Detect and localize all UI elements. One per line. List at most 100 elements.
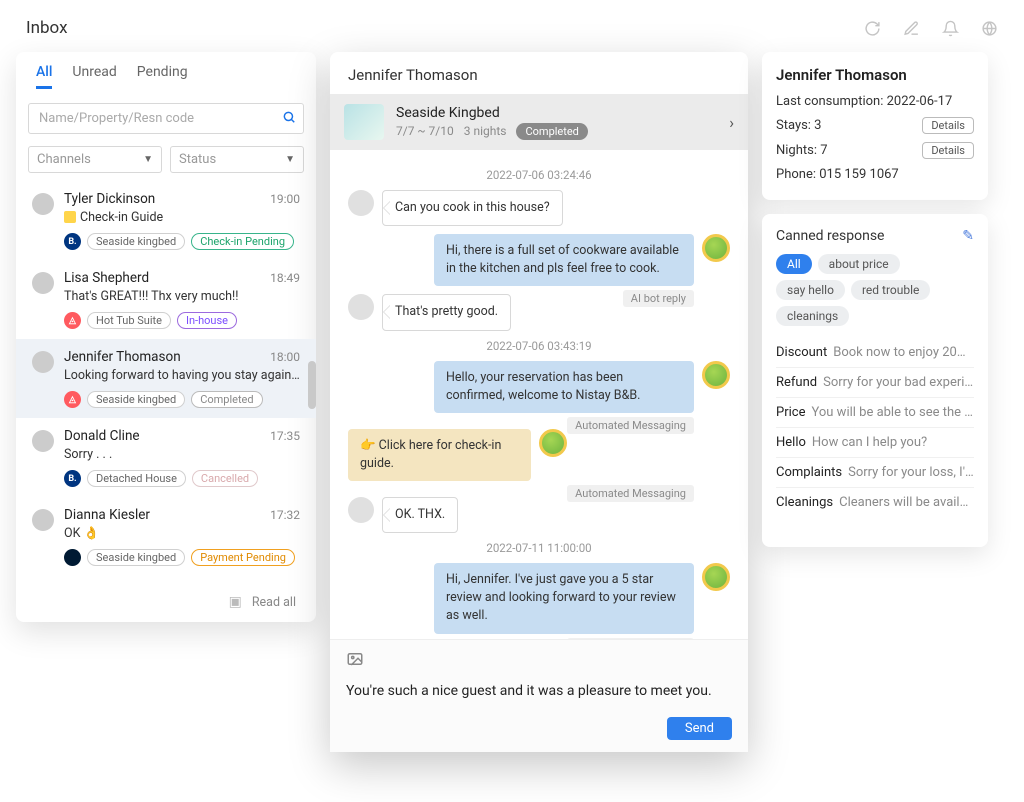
conversation-item[interactable]: Lisa Shepherd18:49 That's GREAT!!! Thx v… [16,260,316,339]
globe-icon[interactable] [981,20,998,37]
host-message: Hello, your reservation has been confirm… [348,361,730,413]
message-source-badge: AI bot reply [623,290,694,307]
canned-title: Canned response [776,228,884,244]
canned-value: Sorry for your bad experien... [823,375,974,390]
status-chip: Seaside kingbed [87,549,185,566]
canned-key: Complaints [776,465,842,480]
timestamp: 2022-07-11 11:00:00 [348,541,730,555]
compose-icon[interactable] [903,20,920,37]
canned-filter-chip[interactable]: say hello [776,280,845,300]
reservation-status: Completed [516,123,587,140]
tab-pending[interactable]: Pending [137,64,188,89]
canned-value: Cleaners will be availabl... [839,495,974,510]
message-time: 17:32 [270,508,300,522]
canned-filter-chip[interactable]: about price [818,254,900,274]
timestamp: 2022-07-06 03:24:46 [348,168,730,182]
avatar [32,430,54,452]
canned-item[interactable]: Refund Sorry for your bad experien... [776,367,974,397]
profile-line: Stays: 3Details [776,113,974,138]
message-bubble: OK. THX. [382,497,458,533]
stay-nights: 3 nights [464,124,507,138]
tab-all[interactable]: All [36,64,52,89]
conversation-item[interactable]: Donald Cline17:35 Sorry . . . B. Detache… [16,418,316,497]
channel-icon: ◬ [64,312,81,329]
compose-text[interactable]: You're such a nice guest and it was a pl… [346,679,732,717]
profile-name: Jennifer Thomason [776,66,974,84]
details-button[interactable]: Details [922,117,974,134]
search-icon[interactable] [282,110,296,128]
property-name: Seaside Kingbed [396,105,717,121]
canned-filter-chip[interactable]: cleanings [776,306,849,326]
refresh-icon[interactable] [864,20,881,37]
profile-line: Phone: 015 159 1067 [776,163,974,186]
guest-name: Lisa Shepherd [64,270,149,286]
profile-line: Last consumption: 2022-06-17 [776,90,974,113]
host-avatar [702,234,730,262]
status-chip: Hot Tub Suite [87,312,171,329]
canned-value: Sorry for your loss, I'll p... [848,465,974,480]
message-bubble: That's pretty good. [382,294,511,330]
pin-icon[interactable]: ✎ [962,228,974,244]
canned-filter-chip[interactable]: All [776,254,812,274]
chevron-down-icon: ▼ [285,154,295,165]
chat-panel: Jennifer Thomason Seaside Kingbed 7/7 ~ … [330,52,748,752]
mark-read-icon[interactable]: ▣ [229,594,242,610]
guest-name: Tyler Dickinson [64,191,155,207]
profile-line: Nights: 7Details [776,138,974,163]
read-all-link[interactable]: Read all [252,595,296,610]
canned-value: Book now to enjoy 20% d... [833,345,974,360]
message-preview: OK 👌 [64,526,300,541]
message-preview: Looking forward to having you stay again… [64,368,300,383]
channels-filter[interactable]: Channels▼ [28,146,162,173]
message-time: 17:35 [270,429,300,443]
canned-key: Hello [776,435,806,450]
avatar [32,193,54,215]
chevron-right-icon: › [729,113,734,132]
conversation-item[interactable]: Dianna Kiesler17:32 OK 👌 Seaside kingbed… [16,497,316,576]
status-chip: Seaside kingbed [87,391,185,408]
search-input[interactable] [28,103,304,134]
host-message: 👉 Click here for check-in guide. [348,429,567,481]
scrollbar-thumb[interactable] [308,361,316,409]
status-chip: Seaside kingbed [87,233,185,250]
channel-icon: B. [64,470,81,487]
canned-item[interactable]: HelloHow can I help you? [776,427,974,457]
message-time: 18:00 [270,350,300,364]
compose-area: You're such a nice guest and it was a pl… [330,639,748,752]
message-preview: Check-in Guide [64,210,300,225]
avatar [348,190,374,216]
status-filter[interactable]: Status▼ [170,146,304,173]
guest-message: Can you cook in this house? [348,190,730,226]
canned-item[interactable]: CleaningsCleaners will be availabl... [776,487,974,517]
send-button[interactable]: Send [667,717,732,740]
conversation-item[interactable]: Jennifer Thomason18:00 Looking forward t… [16,339,316,418]
image-attach-icon[interactable] [346,650,364,673]
reservation-bar[interactable]: Seaside Kingbed 7/7 ~ 7/10 3 nights Comp… [330,94,748,150]
page-title: Inbox [26,18,68,38]
canned-item[interactable]: PriceYou will be able to see the pri... [776,397,974,427]
avatar [348,497,374,523]
details-button[interactable]: Details [922,142,974,159]
guest-message: OK. THX. [348,497,567,533]
status-chip: Check-in Pending [191,233,294,250]
property-thumbnail [344,104,384,140]
tab-unread[interactable]: Unread [72,64,116,89]
inbox-panel: All Unread Pending Channels▼ Status▼ Tyl… [16,52,316,622]
canned-response-card: Canned response ✎ All about price say hell… [762,214,988,547]
status-chip: Detached House [87,470,186,487]
avatar [32,509,54,531]
conversation-item[interactable]: Tyler Dickinson19:00 Check-in Guide B. S… [16,181,316,260]
chevron-down-icon: ▼ [143,154,153,165]
channel-icon [64,549,81,566]
canned-key: Refund [776,375,817,390]
canned-filter-chip[interactable]: red trouble [851,280,930,300]
canned-value: You will be able to see the pri... [811,405,974,420]
host-message: Hi, there is a full set of cookware avai… [348,234,730,286]
message-source-badge: Automated Messaging [567,485,694,502]
message-bubble: 👉 Click here for check-in guide. [348,429,531,481]
canned-item[interactable]: Complaints Sorry for your loss, I'll p... [776,457,974,487]
canned-item[interactable]: DiscountBook now to enjoy 20% d... [776,338,974,367]
status-chip: Completed [191,391,262,408]
bell-icon[interactable] [942,20,959,37]
status-chip: Payment Pending [191,549,295,566]
